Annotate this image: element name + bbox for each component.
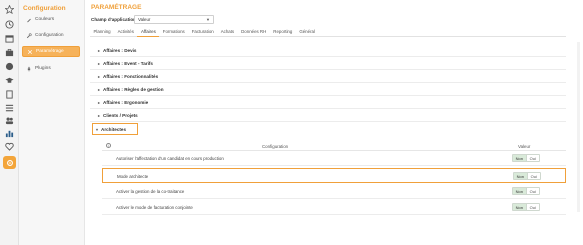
main-content: PARAMÉTRAGE Champ d'application : Valeur… bbox=[86, 0, 583, 245]
document-icon[interactable] bbox=[4, 90, 15, 99]
section-affaires-regles[interactable]: ▸ Affaires : Règles de gestion bbox=[90, 83, 566, 96]
section-affaires-event-tarifs[interactable]: ▸ Affaires : Event - Tarifs bbox=[90, 57, 566, 70]
page-title: PARAMÉTRAGE bbox=[91, 4, 142, 11]
toggle-no[interactable]: Non bbox=[514, 173, 527, 179]
table-header: i Configuration Valeur bbox=[102, 141, 566, 151]
briefcase-icon[interactable] bbox=[4, 48, 15, 57]
yes-no-toggle[interactable]: Non Oui bbox=[512, 187, 540, 195]
nav-item-label: Configuration bbox=[35, 33, 64, 38]
scrollbar[interactable] bbox=[577, 42, 580, 212]
nav-item-plugins[interactable]: Plugins bbox=[22, 63, 80, 74]
toggle-yes[interactable]: Oui bbox=[525, 204, 539, 210]
history-icon[interactable] bbox=[4, 20, 15, 29]
toggle-no[interactable]: Non bbox=[513, 204, 526, 210]
globe-icon[interactable] bbox=[4, 62, 15, 71]
row-label: Activer le mode de facturation conjointe bbox=[116, 205, 193, 210]
nav-item-label: Plugins bbox=[35, 66, 51, 71]
column-header-valeur: Valeur bbox=[518, 144, 531, 149]
calendar-icon[interactable] bbox=[4, 34, 15, 43]
users-icon[interactable] bbox=[4, 116, 15, 125]
table-row: Autoriser l'affectation d'un candidat en… bbox=[102, 151, 566, 166]
star-icon[interactable] bbox=[4, 5, 15, 14]
config-nav: Configuration Couleurs Configuration Par… bbox=[19, 0, 85, 245]
scope-select[interactable]: Valeur ▼ bbox=[134, 15, 214, 24]
tab-general[interactable]: Général bbox=[296, 27, 319, 37]
nav-item-configuration[interactable]: Configuration bbox=[22, 30, 80, 41]
nav-title: Configuration bbox=[23, 5, 66, 12]
scope-label: Champ d'application : bbox=[91, 17, 139, 22]
tab-bar: Planning Activités Affaires Formations F… bbox=[90, 27, 566, 37]
nav-item-couleurs[interactable]: Couleurs bbox=[22, 14, 80, 25]
chevron-right-icon: ▸ bbox=[98, 99, 101, 105]
tab-affaires[interactable]: Affaires bbox=[137, 27, 160, 37]
nav-item-parametrage[interactable]: Paramétrage bbox=[22, 46, 80, 57]
section-label: Affaires : Fonctionnalités bbox=[103, 73, 159, 79]
section-label: Affaires : Devis bbox=[103, 47, 137, 53]
graduation-cap-icon[interactable] bbox=[4, 76, 15, 85]
settings-sliders-icon[interactable] bbox=[4, 103, 15, 112]
chevron-right-icon: ▸ bbox=[98, 86, 101, 92]
yes-no-toggle[interactable]: Non Oui bbox=[512, 154, 540, 162]
section-clients-projets[interactable]: ▸ Clients / Projets bbox=[90, 109, 566, 122]
row-label: Autoriser l'affectation d'un candidat en… bbox=[116, 156, 224, 161]
brush-icon bbox=[27, 18, 31, 22]
column-header-configuration: Configuration bbox=[262, 144, 289, 149]
toggle-yes[interactable]: Oui bbox=[525, 188, 539, 194]
wrench-icon bbox=[26, 32, 32, 38]
icon-rail bbox=[0, 0, 19, 245]
scope-select-value: Valeur bbox=[138, 17, 151, 22]
section-label: Architectes bbox=[101, 126, 127, 132]
toggle-yes[interactable]: Oui bbox=[526, 173, 540, 179]
tab-achats[interactable]: Achats bbox=[217, 27, 237, 37]
yes-no-toggle[interactable]: Non Oui bbox=[513, 172, 541, 180]
bar-chart-icon[interactable] bbox=[4, 129, 15, 138]
section-affaires-ergonomie[interactable]: ▸ Affaires : Ergonomie bbox=[90, 96, 566, 109]
section-label: Clients / Projets bbox=[103, 112, 138, 118]
gear-icon[interactable] bbox=[3, 156, 16, 169]
chevron-down-icon: ▼ bbox=[206, 17, 210, 22]
chevron-right-icon: ▸ bbox=[98, 60, 101, 66]
tab-reporting[interactable]: Reporting bbox=[270, 27, 296, 37]
section-affaires-devis[interactable]: ▸ Affaires : Devis bbox=[90, 44, 566, 57]
tools-icon bbox=[27, 49, 33, 54]
tab-planning[interactable]: Planning bbox=[90, 27, 114, 37]
heartbeat-icon[interactable] bbox=[4, 142, 15, 151]
row-label: Mode architecte bbox=[117, 174, 149, 179]
tab-donnees-rh[interactable]: Données RH bbox=[238, 27, 270, 37]
tab-formations[interactable]: Formations bbox=[159, 27, 188, 37]
nav-item-label: Couleurs bbox=[35, 17, 55, 22]
table-row: Activer le mode de facturation conjointe… bbox=[102, 200, 566, 215]
toggle-yes[interactable]: Oui bbox=[525, 155, 539, 161]
chevron-right-icon: ▸ bbox=[98, 73, 101, 79]
chevron-right-icon: ▸ bbox=[98, 47, 101, 53]
table-row-mode-architecte: Mode architecte Non Oui bbox=[102, 168, 566, 183]
section-label: Affaires : Ergonomie bbox=[103, 99, 149, 105]
section-architectes[interactable]: ▾ Architectes bbox=[92, 123, 138, 135]
toggle-no[interactable]: Non bbox=[513, 188, 526, 194]
section-affaires-fonctionnalites[interactable]: ▸ Affaires : Fonctionnalités bbox=[90, 70, 566, 83]
info-icon: i bbox=[106, 143, 111, 148]
tab-facturation[interactable]: Facturation bbox=[188, 27, 217, 37]
chevron-right-icon: ▸ bbox=[98, 112, 101, 118]
section-label: Affaires : Règles de gestion bbox=[103, 86, 164, 92]
yes-no-toggle[interactable]: Non Oui bbox=[512, 203, 540, 211]
plug-icon bbox=[27, 66, 31, 71]
tab-activites[interactable]: Activités bbox=[114, 27, 137, 37]
table-row: Activer la gestion de la co-traitance No… bbox=[102, 184, 566, 199]
nav-item-label: Paramétrage bbox=[36, 49, 64, 54]
toggle-no[interactable]: Non bbox=[513, 155, 526, 161]
row-label: Activer la gestion de la co-traitance bbox=[116, 189, 185, 194]
section-label: Affaires : Event - Tarifs bbox=[103, 60, 153, 66]
chevron-down-icon: ▾ bbox=[96, 126, 99, 132]
